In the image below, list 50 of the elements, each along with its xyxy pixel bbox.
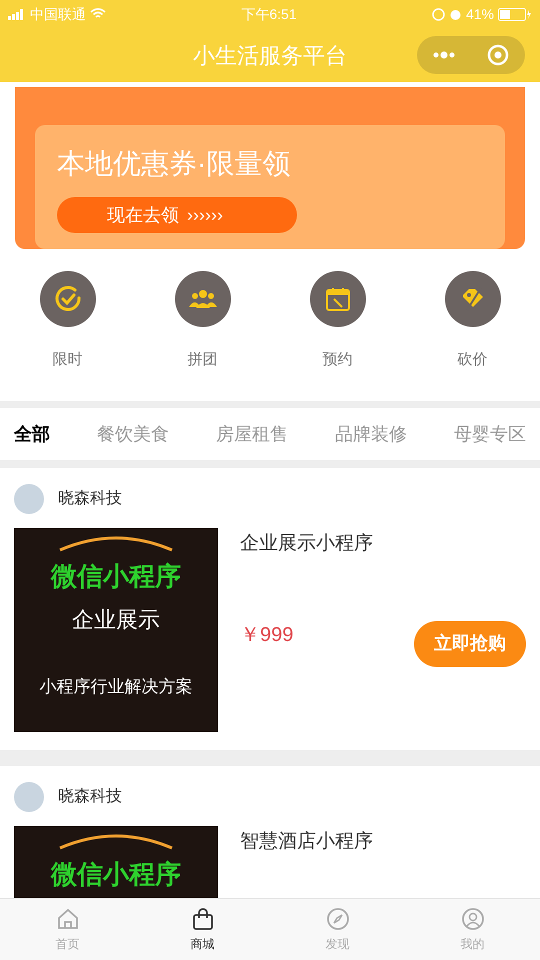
poster-text: 小程序行业解决方案 [40, 676, 192, 698]
category-tab[interactable]: 品牌装修 [335, 420, 407, 448]
quick-entry[interactable]: 预约 [270, 271, 405, 401]
coupon-banner[interactable]: 本地优惠券·限量领 现在去领 ›››››› [15, 87, 525, 249]
category-tab[interactable]: 全部 [14, 420, 50, 448]
claim-button[interactable]: 现在去领 ›››››› [57, 197, 297, 233]
entry-label: 预约 [322, 350, 352, 370]
quick-entry[interactable]: 拼团 [135, 271, 270, 401]
battery-icon [498, 8, 532, 20]
calendar-icon [324, 285, 352, 313]
shop-name: 晓森科技 [58, 488, 122, 509]
buy-now-button[interactable]: 立即抢购 [414, 620, 526, 666]
tab-bar-item[interactable]: 首页 [0, 899, 135, 960]
product-price: ￥999 [240, 622, 294, 648]
people-icon [188, 288, 218, 310]
compass-icon [326, 906, 350, 930]
signal-icon [8, 8, 26, 20]
wifi-icon [90, 8, 106, 20]
page-title: 小生活服务平台 [193, 42, 347, 70]
house-icon [56, 906, 80, 930]
quick-entry[interactable]: 限时 [0, 271, 135, 401]
category-tab[interactable]: 母婴专区 [454, 420, 526, 448]
product-title: 智慧酒店小程序 [240, 830, 374, 854]
poster-text: 企业展示 [72, 606, 160, 634]
tab-bar-item[interactable]: 我的 [405, 899, 540, 960]
tab-bar-item[interactable]: 发现 [270, 899, 405, 960]
shop-avatar [14, 484, 44, 514]
product-card[interactable]: 晓森科技 微信小程序 企业展示 小程序行业解决方案 企业展示小程序 ￥999 立即抢购 [0, 468, 540, 750]
category-tab[interactable]: 餐饮美食 [97, 420, 169, 448]
shop-avatar [14, 782, 44, 812]
banner-headline: 本地优惠券·限量领 [57, 147, 292, 181]
claim-label: 现在去领 [107, 204, 179, 226]
shopping-bag-icon [190, 906, 214, 930]
quick-entry[interactable]: 砍价 [405, 271, 540, 401]
poster-text: 微信小程序 [51, 560, 181, 593]
check-circle-icon [52, 284, 82, 314]
more-icon[interactable] [433, 51, 455, 59]
user-icon [460, 906, 484, 930]
battery-percent: 41% [466, 4, 494, 24]
entry-label: 限时 [52, 350, 82, 370]
chevrons: ›››››› [187, 204, 223, 226]
entry-label: 砍价 [458, 350, 488, 370]
shop-name: 晓森科技 [58, 786, 122, 807]
entry-label: 拼团 [188, 350, 218, 370]
carrier-text: 中国联通 [30, 4, 86, 24]
poster-text: 微信小程序 [51, 858, 181, 891]
product-title: 企业展示小程序 [240, 532, 374, 556]
category-tab[interactable]: 房屋租售 [216, 420, 288, 448]
tab-bar-item[interactable]: 商城 [135, 899, 270, 960]
time-text: 下午6:51 [241, 4, 297, 24]
